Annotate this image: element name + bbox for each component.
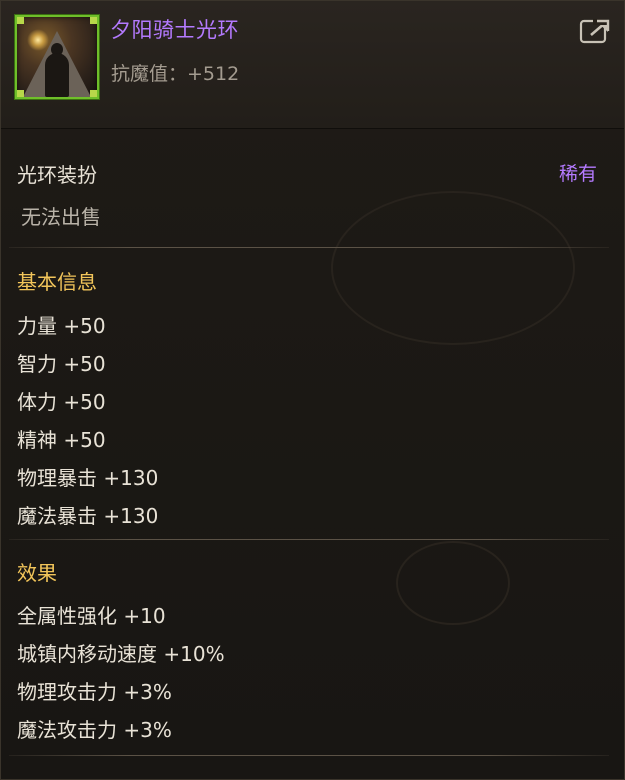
section-title-basic: 基本信息 bbox=[17, 270, 97, 294]
divider bbox=[9, 539, 609, 540]
rarity-badge: 稀有 bbox=[559, 163, 598, 185]
tooltip-header: 夕阳骑士光环 抗魔值：+512 bbox=[1, 1, 624, 129]
effect-line: 全属性强化 +10 bbox=[17, 604, 166, 628]
stat-line: 体力 +50 bbox=[17, 390, 106, 414]
effect-line: 物理攻击力 +3% bbox=[17, 680, 172, 704]
item-tooltip: 夕阳骑士光环 抗魔值：+512 光环装扮 稀有 无法出售 基本信息 力量 +50… bbox=[0, 0, 625, 780]
share-icon bbox=[579, 19, 610, 44]
trade-status: 无法出售 bbox=[21, 205, 101, 229]
item-name: 夕阳骑士光环 bbox=[110, 18, 239, 42]
stat-line: 智力 +50 bbox=[17, 352, 106, 376]
stat-line: 魔法暴击 +130 bbox=[17, 504, 159, 528]
effect-line: 魔法攻击力 +3% bbox=[17, 718, 172, 742]
item-magic-resist: 抗魔值：+512 bbox=[111, 63, 240, 85]
background-lock-ring bbox=[396, 541, 510, 625]
section-title-effect: 效果 bbox=[17, 561, 57, 585]
stat-line: 精神 +50 bbox=[17, 428, 106, 452]
stat-line: 物理暴击 +130 bbox=[17, 466, 159, 490]
share-button[interactable] bbox=[579, 17, 611, 45]
divider bbox=[9, 755, 609, 756]
divider bbox=[9, 247, 609, 248]
aura-knight-icon bbox=[15, 15, 99, 99]
stat-line: 力量 +50 bbox=[17, 314, 106, 338]
item-category: 光环装扮 bbox=[17, 163, 97, 187]
effect-line: 城镇内移动速度 +10% bbox=[17, 642, 225, 666]
background-emblem bbox=[331, 191, 575, 345]
